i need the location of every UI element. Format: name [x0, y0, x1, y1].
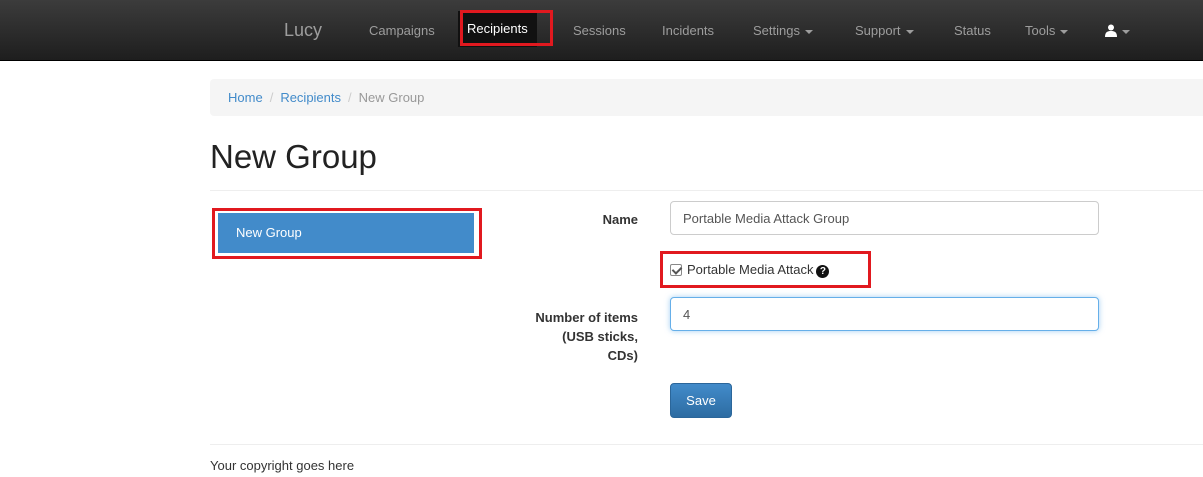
nav-sessions[interactable]: Sessions	[573, 0, 626, 61]
chevron-down-icon	[1060, 29, 1069, 34]
name-label: Name	[602, 212, 638, 227]
chevron-down-icon	[905, 29, 914, 34]
breadcrumb-recipients[interactable]: Recipients	[280, 90, 341, 105]
breadcrumb-separator: /	[348, 90, 352, 105]
brand-link[interactable]: Lucy	[284, 0, 322, 61]
chevron-down-icon	[804, 29, 813, 34]
number-of-items-label: Number of items (USB sticks, CDs)	[500, 308, 638, 365]
nav-incidents[interactable]: Incidents	[662, 0, 714, 61]
number-of-items-input[interactable]	[670, 297, 1099, 331]
title-divider	[210, 190, 1203, 191]
nav-support-label: Support	[855, 23, 901, 38]
nav-tools-label: Tools	[1025, 23, 1056, 38]
footer-copyright: Your copyright goes here	[210, 458, 355, 473]
breadcrumb-home[interactable]: Home	[228, 90, 263, 105]
chevron-down-icon	[1122, 29, 1130, 34]
items-label-line-3: CDs)	[607, 348, 638, 363]
nav-support-dropdown[interactable]: Support	[855, 0, 914, 61]
breadcrumb-separator: /	[269, 90, 274, 105]
question-circle-icon[interactable]: ?	[816, 265, 830, 278]
user-menu-dropdown[interactable]	[1105, 0, 1130, 61]
portable-media-attack-checkbox-row[interactable]: Portable Media Attack?	[670, 259, 830, 281]
footer-divider	[210, 444, 1203, 445]
portable-media-attack-checkbox[interactable]	[670, 264, 682, 276]
items-label-line-1: Number of items	[535, 310, 638, 325]
items-label-line-2: (USB sticks,	[562, 329, 638, 344]
page-title: New Group	[210, 138, 377, 175]
nav-status[interactable]: Status	[954, 0, 991, 61]
user-icon	[1105, 24, 1117, 37]
breadcrumb-current: New Group	[358, 90, 425, 105]
group-list-item-active[interactable]: New Group	[218, 213, 474, 253]
nav-campaigns[interactable]: Campaigns	[369, 0, 435, 61]
nav-tools-dropdown[interactable]: Tools	[1025, 0, 1069, 61]
nav-settings-dropdown[interactable]: Settings	[753, 0, 813, 61]
group-name-input[interactable]	[670, 201, 1099, 235]
nav-settings-label: Settings	[753, 23, 800, 38]
top-navbar: Lucy Campaigns Recipients Sessions Incid…	[0, 0, 1203, 61]
nav-recipients[interactable]: Recipients	[458, 11, 537, 47]
save-button[interactable]: Save	[670, 383, 732, 418]
portable-media-attack-label: Portable Media Attack	[687, 262, 814, 277]
breadcrumb: Home / Recipients / New Group	[210, 79, 1203, 116]
